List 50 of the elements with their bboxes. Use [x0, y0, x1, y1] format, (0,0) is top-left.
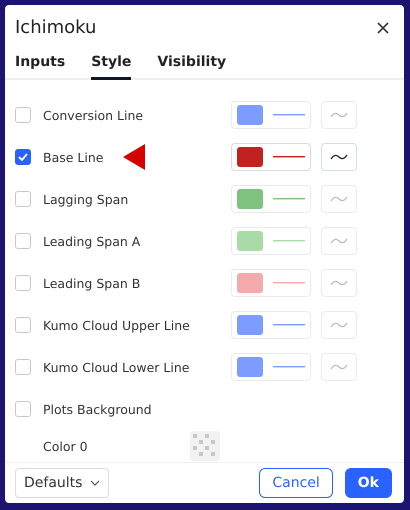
plot-label: Kumo Cloud Lower Line	[43, 360, 190, 374]
plot-label: Lagging Span	[43, 192, 128, 206]
wave-icon	[330, 237, 348, 245]
ok-button[interactable]: Ok	[344, 468, 392, 498]
line-sample	[273, 198, 305, 200]
wave-icon	[330, 111, 348, 119]
tab[interactable]: Inputs	[15, 50, 66, 80]
transparent-color-swatch[interactable]	[190, 431, 220, 461]
line-sample	[273, 366, 305, 368]
checkbox[interactable]	[15, 359, 31, 375]
wave-icon	[330, 363, 348, 371]
plot-label: Leading Span A	[43, 234, 140, 248]
line-sample	[273, 114, 305, 116]
color-picker[interactable]	[231, 311, 311, 339]
checkbox[interactable]	[15, 317, 31, 333]
color-picker[interactable]	[231, 101, 311, 129]
checkbox[interactable]	[15, 401, 31, 417]
line-sample	[273, 282, 305, 284]
checkbox[interactable]	[15, 191, 31, 207]
line-style-picker[interactable]	[321, 143, 357, 171]
check-icon	[18, 153, 28, 161]
color-picker[interactable]	[231, 353, 311, 381]
wave-icon	[330, 153, 348, 161]
checkbox[interactable]	[15, 107, 31, 123]
wave-icon	[330, 195, 348, 203]
close-icon[interactable]	[376, 20, 390, 34]
line-sample	[273, 324, 305, 326]
tab[interactable]: Visibility	[157, 50, 226, 80]
plot-label: Conversion Line	[43, 108, 144, 122]
plot-label: Leading Span B	[43, 276, 140, 290]
plot-label: Kumo Cloud Upper Line	[43, 318, 190, 332]
checkbox[interactable]	[15, 149, 31, 165]
chevron-down-icon	[90, 480, 100, 486]
line-sample	[273, 156, 305, 158]
plot-label: Base Line	[43, 150, 104, 164]
checkbox[interactable]	[15, 233, 31, 249]
wave-icon	[330, 321, 348, 329]
plot-label: Plots Background	[43, 402, 152, 416]
color-picker[interactable]	[231, 143, 311, 171]
line-sample	[273, 240, 305, 242]
color-label: Color 0	[43, 438, 88, 454]
color-picker[interactable]	[231, 185, 311, 213]
color-picker[interactable]	[231, 269, 311, 297]
defaults-dropdown[interactable]: Defaults	[15, 468, 110, 498]
dialog-title: Ichimoku	[15, 17, 96, 38]
wave-icon	[330, 279, 348, 287]
color-picker[interactable]	[231, 227, 311, 255]
tab[interactable]: Style	[91, 50, 132, 80]
checkbox[interactable]	[15, 275, 31, 291]
cancel-button[interactable]: Cancel	[259, 468, 333, 498]
